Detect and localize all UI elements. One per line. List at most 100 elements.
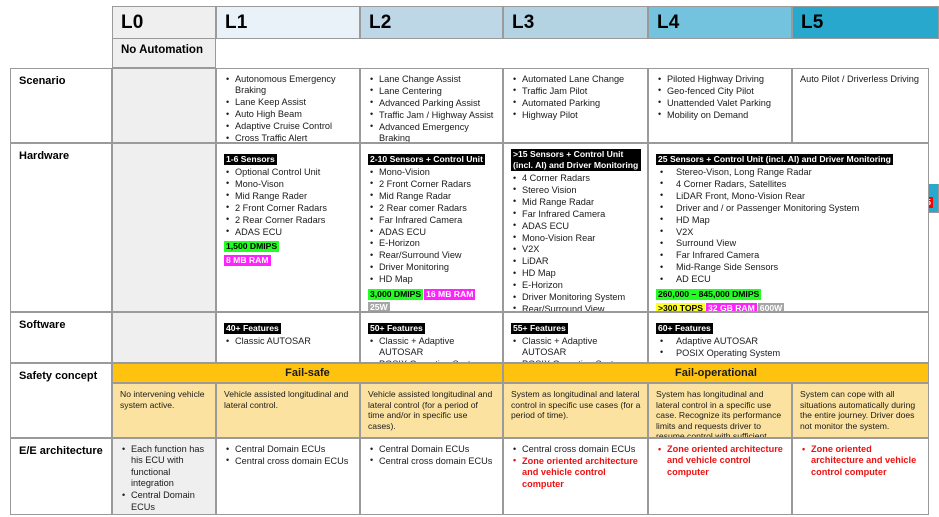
list-item: Adaptive AUTOSAR [656, 335, 922, 347]
safety-cell-l5: System can cope with all situations auto… [792, 383, 929, 438]
hardware-title-badge: 25 Sensors + Control Unit (incl. AI) and… [656, 154, 893, 165]
list-item: Traffic Jam / Highway Assist [368, 109, 496, 121]
list-item: Piloted Highway Driving [656, 73, 785, 85]
list-item: Driver Monitoring [368, 262, 496, 274]
list-item: 2 Front Corner Radars [368, 178, 496, 190]
list-item: Lane Centering [368, 85, 496, 97]
safety-banner-fail-safe: Fail-safe [112, 363, 503, 383]
list-item: Each function has his ECU with functiona… [120, 444, 209, 490]
software-title-badge: 40+ Features [224, 323, 281, 334]
row-label-e-e-architecture: E/E architecture [10, 438, 112, 515]
bullet-list: Mono-Vision2 Front Corner RadarsMid Rang… [368, 166, 496, 286]
bullet-list: Classic + Adaptive AUTOSARPOSIX Operatin… [368, 336, 496, 362]
bullet-list: Central cross domain ECUsZone oriented a… [511, 443, 641, 490]
safety-cell-l3: System as longitudinal and lateral contr… [503, 383, 648, 438]
spec-badge: 32 GB RAM [706, 302, 757, 312]
software-title-badge: 60+ Features [656, 323, 713, 334]
spec-badge-row: 1,500 DMIPS [224, 239, 353, 252]
spec-badge-row: >300 TOPS 32 GB RAM 600W [656, 301, 922, 312]
list-item: HD Map [656, 214, 922, 226]
level-header-l5: L5 [792, 6, 939, 39]
list-item: 4 Corner Radars [511, 172, 641, 184]
bullet-list: Zone oriented architecture and vehicle c… [656, 443, 785, 478]
spec-badge-row: 3,000 DMIPS 16 MB RAM 25W [368, 287, 496, 311]
spec-badge: 8 MB RAM [224, 254, 271, 266]
list-item: ADAS ECU [368, 226, 496, 238]
list-item: LiDAR [511, 256, 641, 268]
list-item: Auto High Beam [224, 109, 353, 121]
list-item: AD ECU [656, 274, 922, 286]
software-title-badge: 55+ Features [511, 323, 568, 334]
spec-badge: 260,000 – 845,000 DMIPS [656, 288, 762, 300]
list-item: 4 Corner Radars, Satellites [656, 178, 922, 190]
list-item: Traffic Jam Pilot [511, 85, 641, 97]
hardware-cell-l3: >15 Sensors + Control Unit (incl. AI) an… [503, 143, 648, 312]
software-cell-l4: 60+ FeaturesAdaptive AUTOSARPOSIX Operat… [648, 312, 929, 363]
safety-text: No intervening vehicle system active. [120, 389, 205, 410]
spec-badge: 600W [757, 302, 785, 312]
spec-badge-row: 8 MB RAM [224, 253, 353, 266]
ee-architecture-cell-l1: Central Domain ECUsCentral cross domain … [216, 438, 360, 515]
list-item: Optional Control Unit [224, 166, 353, 178]
list-item: Mobility on Demand [656, 109, 785, 121]
row-label-safety-concept: Safety concept [10, 363, 112, 438]
safety-text: Vehicle assisted longitudinal and latera… [368, 389, 493, 431]
list-item: Automated Parking [511, 97, 641, 109]
list-item: Driver Monitoring System [511, 292, 641, 304]
ee-architecture-cell-l2: Central Domain ECUsCentral cross domain … [360, 438, 503, 515]
list-item: POSIX Operating System [656, 347, 922, 359]
row-label-software: Software [10, 312, 112, 363]
safety-text: Vehicle assisted longitudinal and latera… [224, 389, 349, 410]
bullet-list: Adaptive AUTOSARPOSIX Operating System [656, 335, 922, 359]
level-header-l1: L1 [216, 6, 360, 39]
list-item: Classic AUTOSAR [224, 335, 353, 347]
banner-text: Fail-safe [285, 367, 330, 379]
bullet-list: Each function has his ECU with functiona… [120, 444, 209, 514]
row-label-text: E/E architecture [19, 445, 103, 457]
level-code: L0 [121, 11, 144, 33]
list-item: Mono-Vison [224, 178, 353, 190]
scenario-cell-l4: Piloted Highway DrivingGeo-fenced City P… [648, 68, 792, 143]
list-item: Automated Lane Change [511, 73, 641, 85]
list-item: ADAS ECU [511, 220, 641, 232]
spec-badge: 3,000 DMIPS [368, 288, 424, 300]
safety-text: System can cope with all situations auto… [800, 389, 916, 431]
software-title-badge: 50+ Features [368, 323, 425, 334]
list-item: LiDAR Front, Mono-Vision Rear [656, 190, 922, 202]
list-item: Central cross domain ECUs [120, 513, 209, 514]
safety-text: System has longitudinal and lateral cont… [656, 389, 782, 438]
list-item: HD Map [368, 274, 496, 286]
list-item: 2 Rear comer Radars [368, 202, 496, 214]
level-code: L4 [657, 11, 680, 33]
spec-badge: 1,500 DMIPS [224, 240, 280, 252]
bullet-list: Stereo-Vison, Long Range Radar4 Corner R… [656, 166, 922, 286]
scenario-text: Auto Pilot / Driverless Driving [800, 74, 919, 84]
bullet-list: Classic AUTOSAR [224, 335, 353, 347]
software-cell-l2: 50+ Features Classic + Adaptive AUTOSARPO… [360, 312, 503, 363]
list-item: Mid-Range Side Sensors [656, 262, 922, 274]
row-label-hardware: Hardware [10, 143, 112, 312]
list-item: Adaptive Cruise Control [224, 121, 353, 133]
bullet-list: Automated Lane ChangeTraffic Jam PilotAu… [511, 73, 641, 121]
bullet-list: Central Domain ECUsCentral cross domain … [224, 443, 353, 467]
hardware-cell-l4: 25 Sensors + Control Unit (incl. AI) and… [648, 143, 929, 312]
list-item: Central cross domain ECUs [368, 455, 496, 467]
bullet-list: Classic + Adaptive AUTOSARPOSIX Operatin… [511, 336, 641, 362]
list-item: Central Domain ECUs [120, 490, 209, 513]
list-item: Advanced Parking Assist [368, 97, 496, 109]
list-item: V2X [656, 226, 922, 238]
ee-architecture-cell-l4: Zone oriented architecture and vehicle c… [648, 438, 792, 515]
ee-architecture-cell-l3: Central cross domain ECUsZone oriented a… [503, 438, 648, 515]
spec-badge: 16 MB RAM [424, 288, 476, 300]
ee-architecture-cell-l0: Each function has his ECU with functiona… [112, 438, 216, 515]
list-item: Highway Pilot [511, 109, 641, 121]
list-item: V2X [511, 244, 641, 256]
level-header-l3: L3 [503, 6, 648, 39]
level-subheader-l0: No Automation [112, 39, 216, 68]
row-label-scenario: Scenario [10, 68, 112, 143]
level-code: L2 [369, 11, 392, 33]
banner-text: Fail-operational [675, 367, 757, 379]
row-label-text: Hardware [19, 150, 70, 162]
list-item: ADAS ECU [224, 226, 353, 238]
hardware-cell-l2: 2-10 Sensors + Control UnitMono-Vision2 … [360, 143, 503, 312]
